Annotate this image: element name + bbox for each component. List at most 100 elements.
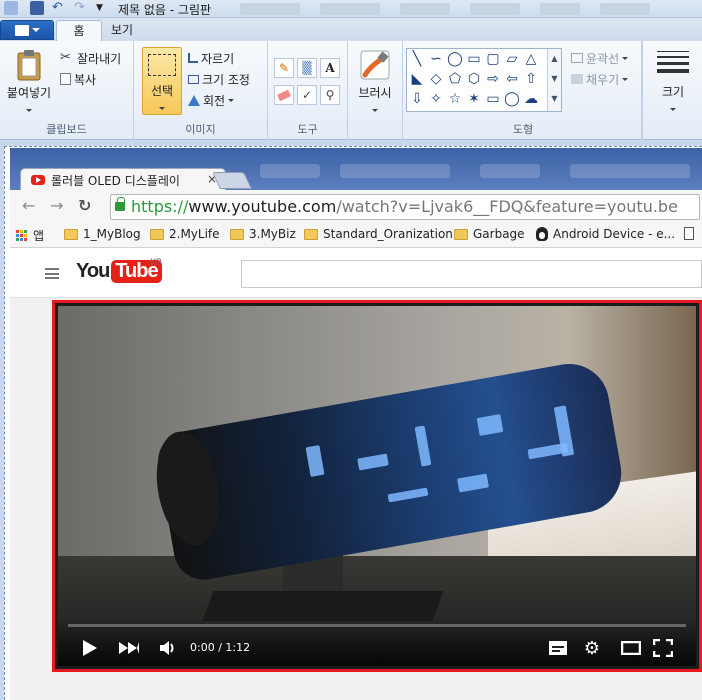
fullscreen-icon[interactable] — [652, 639, 674, 657]
scissors-icon: ✂ — [60, 50, 71, 65]
tools-group-label: 도구 — [297, 123, 318, 136]
rounded-callout-shape-icon[interactable]: ▭ — [485, 91, 501, 107]
paste-button[interactable]: 붙여넣기 — [4, 49, 54, 115]
file-menu-button[interactable] — [0, 20, 54, 40]
progress-bar[interactable] — [68, 624, 686, 627]
pencil-icon[interactable]: ✎ — [274, 58, 294, 78]
tab-home[interactable]: 홈 — [56, 20, 102, 41]
brush-button[interactable]: 브러시 — [354, 49, 396, 115]
right-arrow-shape-icon[interactable]: ⇨ — [485, 71, 501, 87]
youtube-logo[interactable]: You Tube KR — [76, 258, 162, 283]
six-point-star-shape-icon[interactable]: ✶ — [466, 91, 482, 107]
bookmark-apps[interactable]: 앱 — [16, 227, 44, 244]
copy-button[interactable]: 복사 — [60, 70, 96, 88]
paint-app-icon — [4, 1, 18, 15]
bookmark-folder[interactable]: Standard_Oranization — [304, 227, 453, 241]
text-icon[interactable]: A — [320, 58, 340, 78]
hexagon-shape-icon[interactable]: ⬡ — [466, 71, 482, 87]
background-tab-blur — [540, 3, 580, 15]
size-label: 크기 — [661, 85, 685, 99]
copy-label: 복사 — [74, 72, 97, 87]
rectangle-shape-icon[interactable]: ▭ — [466, 51, 482, 67]
brush-icon — [360, 50, 390, 80]
folder-icon — [304, 228, 318, 240]
address-bar[interactable]: https://www.youtube.com/watch?v=Ljvak6__… — [110, 194, 700, 220]
fill-icon — [571, 74, 583, 84]
bookmark-folder[interactable]: Garbage — [454, 227, 525, 241]
shapes-group-label: 도형 — [512, 123, 534, 136]
oval-shape-icon[interactable]: ◯ — [447, 51, 463, 67]
page-icon — [684, 227, 694, 240]
folder-icon — [150, 228, 164, 240]
fill-button[interactable]: 채우기 — [571, 70, 629, 88]
time-readout: 0:00 / 1:12 — [190, 641, 251, 654]
rotate-button[interactable]: 회전 — [188, 91, 235, 109]
rounded-rectangle-shape-icon[interactable]: ▢ — [485, 51, 501, 67]
tab-view[interactable]: 보기 — [104, 20, 140, 41]
down-arrow-shape-icon[interactable]: ⇩ — [409, 91, 425, 107]
four-point-star-shape-icon[interactable]: ✧ — [428, 91, 444, 107]
right-triangle-shape-icon[interactable]: ◣ — [409, 71, 425, 87]
back-arrow-icon[interactable]: ← — [22, 198, 35, 214]
chevron-down-icon — [372, 109, 378, 112]
diamond-shape-icon[interactable]: ◇ — [428, 71, 444, 87]
background-tab-blur — [320, 3, 380, 15]
up-arrow-shape-icon[interactable]: ⇧ — [523, 71, 539, 87]
polygon-shape-icon[interactable]: ▱ — [504, 51, 520, 67]
brushes-group: 브러시 — [348, 41, 402, 140]
gear-icon[interactable]: ⚙ — [582, 638, 602, 659]
bookmark-android[interactable]: Android Device - e... — [536, 227, 675, 241]
video-highlight-box: 0:00 / 1:12 ⚙ — [52, 300, 702, 672]
clipboard-group-label: 클립보드 — [46, 123, 87, 136]
menu-icon[interactable] — [45, 268, 59, 279]
left-arrow-shape-icon[interactable]: ⇦ — [504, 71, 520, 87]
size-button[interactable]: 크기 — [653, 51, 693, 114]
cloud-callout-shape-icon[interactable]: ☁ — [523, 91, 539, 107]
save-icon[interactable] — [30, 1, 44, 15]
select-button[interactable]: 선택 — [142, 47, 182, 115]
background-tab-blur — [470, 3, 520, 15]
bookmark-page[interactable] — [684, 227, 694, 240]
folder-icon — [230, 228, 244, 240]
bookmark-folder[interactable]: 1_MyBlog — [64, 227, 141, 241]
crop-button[interactable]: 자르기 — [188, 49, 234, 67]
undo-icon[interactable]: ↶ — [52, 1, 66, 15]
forward-arrow-icon[interactable]: → — [50, 198, 63, 214]
youtube-search-input[interactable] — [241, 260, 702, 288]
shapes-scroll[interactable]: ▲ ▼ ▼ — [547, 49, 561, 111]
resize-button[interactable]: 크기 조정 — [188, 70, 250, 88]
customize-toolbar-icon[interactable]: ▼ — [96, 1, 110, 15]
subtitles-icon[interactable] — [548, 639, 568, 657]
bookmark-folder[interactable]: 2.MyLife — [150, 227, 220, 241]
line-shape-icon[interactable]: ╲ — [409, 51, 425, 67]
color-picker-icon[interactable]: ✓ — [297, 85, 317, 105]
theater-mode-icon[interactable] — [620, 639, 642, 657]
triangle-shape-icon[interactable]: △ — [523, 51, 539, 67]
curve-shape-icon[interactable]: ∽ — [428, 51, 444, 67]
redo-icon[interactable]: ↷ — [74, 1, 88, 15]
line-width-icon — [657, 51, 689, 73]
browser-tab-active[interactable]: 롤러블 OLED 디스플레이 × — [20, 168, 226, 192]
chevron-down-icon — [159, 107, 165, 110]
fill-bucket-icon[interactable]: ▒ — [297, 58, 317, 78]
new-tab-button[interactable] — [212, 172, 252, 189]
background-tab-blur — [570, 164, 690, 178]
pentagon-shape-icon[interactable]: ⬠ — [447, 71, 463, 87]
play-icon[interactable] — [82, 639, 98, 657]
shapes-gallery: ╲ ∽ ◯ ▭ ▢ ▱ △ ◣ ◇ ⬠ ⬡ ⇨ ⇦ ⇧ ⇩ ✧ ☆ ✶ ▭ ◯ … — [406, 48, 562, 112]
magnifier-icon[interactable]: ⚲ — [320, 85, 340, 105]
five-point-star-shape-icon[interactable]: ☆ — [447, 91, 463, 107]
next-video-icon[interactable] — [118, 639, 140, 657]
rotate-icon — [188, 94, 200, 106]
bookmark-label: Android Device - e... — [553, 227, 676, 241]
eraser-icon[interactable] — [274, 85, 294, 105]
oval-callout-shape-icon[interactable]: ◯ — [504, 91, 520, 107]
address-url: https://www.youtube.com/watch?v=Ljvak6__… — [131, 197, 678, 216]
volume-icon[interactable] — [158, 639, 178, 657]
video-frame[interactable] — [58, 306, 696, 666]
browser-toolbar: ← → ↻ https://www.youtube.com/watch?v=Lj… — [10, 190, 702, 222]
outline-button[interactable]: 윤곽선 — [571, 49, 629, 67]
reload-icon[interactable]: ↻ — [78, 198, 91, 214]
cut-button[interactable]: ✂ 잘라내기 — [60, 49, 121, 67]
bookmark-folder[interactable]: 3.MyBiz — [230, 227, 296, 241]
